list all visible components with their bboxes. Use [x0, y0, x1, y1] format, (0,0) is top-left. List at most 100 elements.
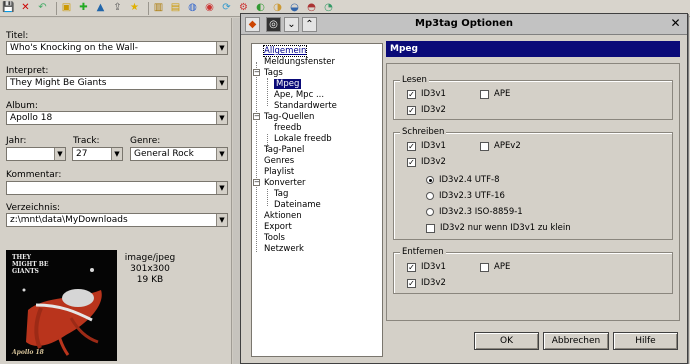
toolbar-separator	[56, 1, 57, 15]
remove-group-title: Entfernen	[400, 247, 446, 257]
write-id3v1-checkbox[interactable]: ✓ ID3v1	[407, 141, 446, 151]
tree-item-export[interactable]: Export	[264, 222, 292, 232]
radio-id3v23-iso[interactable]: ID3v2.3 ISO-8859-1	[426, 207, 523, 217]
tree-item-tag[interactable]: Tag	[274, 189, 288, 199]
tree-item-freedb[interactable]: freedb	[274, 123, 302, 133]
album-cover[interactable]: THEY MIGHT BE GIANTS Apollo 18	[6, 250, 117, 361]
tree-item-aktionen[interactable]: Aktionen	[264, 211, 302, 221]
cover-file-size: 19 KB	[136, 275, 164, 285]
tree-item-ape-mpc[interactable]: Ape, Mpc ...	[274, 90, 324, 100]
tree-item-netzwerk[interactable]: Netzwerk	[264, 244, 304, 254]
tree-item-tools[interactable]: Tools	[264, 233, 285, 243]
save-icon[interactable]: 💾	[2, 2, 15, 15]
chevron-down-icon[interactable]: ▼	[216, 182, 227, 194]
collapse-icon[interactable]: −	[253, 69, 260, 76]
close-icon[interactable]: ✕	[669, 17, 682, 30]
export-icon[interactable]: ⇪	[111, 2, 124, 15]
undo-icon[interactable]: ↶	[36, 2, 49, 15]
collapse-icon[interactable]: −	[253, 179, 260, 186]
comment-field[interactable]: ▼	[6, 181, 228, 195]
cover-album-title: Apollo 18	[12, 349, 44, 356]
help-button[interactable]: Hilfe	[613, 332, 678, 350]
chevron-down-icon[interactable]: ▼	[216, 214, 227, 226]
add-icon[interactable]: ✚	[77, 2, 90, 15]
remove-id3v1-checkbox[interactable]: ✓ ID3v1	[407, 262, 446, 272]
track-label: Track:	[73, 136, 100, 146]
genre-field[interactable]: General Rock ▼	[130, 147, 228, 161]
ok-button[interactable]: OK	[474, 332, 539, 350]
tree-item-dateiname[interactable]: Dateiname	[274, 200, 321, 210]
chevron-down-icon[interactable]: ▼	[216, 148, 227, 160]
write-group-title: Schreiben	[400, 127, 447, 137]
cancel-button[interactable]: Abbrechen	[543, 332, 609, 350]
title-value: Who's Knocking on the Wall-	[10, 43, 138, 53]
checkbox-checked-icon: ✓	[407, 278, 416, 288]
tree-item-playlist[interactable]: Playlist	[264, 167, 294, 177]
up-icon[interactable]: ▲	[94, 2, 107, 15]
comment-label: Kommentar:	[6, 170, 62, 180]
title-label: Titel:	[6, 31, 29, 41]
chevron-down-icon[interactable]: ▼	[216, 42, 227, 54]
web-icon[interactable]: ◍	[186, 2, 199, 15]
radio-id3v23-utf16-label: ID3v2.3 UTF-16	[439, 191, 505, 201]
cover-dimensions: 301x300	[130, 264, 170, 274]
folder-icon[interactable]: ▣	[60, 2, 73, 15]
track-field[interactable]: 27 ▼	[72, 147, 123, 161]
write-apev2-label: APEv2	[494, 141, 521, 151]
tree-guide	[267, 78, 268, 106]
read-group-title: Lesen	[400, 75, 429, 85]
tree-item-tags[interactable]: Tags	[264, 68, 283, 78]
remove-id3v1-label: ID3v1	[421, 262, 446, 272]
directory-field[interactable]: z:\mnt\data\MyDownloads ▼	[6, 213, 228, 227]
collapse-icon[interactable]: −	[253, 113, 260, 120]
chevron-down-icon[interactable]: ▼	[216, 112, 227, 124]
tree-item-standardwerte[interactable]: Standardwerte	[274, 101, 337, 111]
checkbox-unchecked-icon	[480, 141, 489, 151]
options-dialog: ◆ ◎ ⌄ ⌃ Mp3tag Optionen ✕ Allgemein Meld…	[240, 13, 688, 364]
read-ape-checkbox[interactable]: APE	[480, 89, 510, 99]
track-value: 27	[76, 149, 88, 159]
radio-unselected-icon	[426, 192, 434, 200]
tree-item-tag-panel[interactable]: Tag-Panel	[264, 145, 304, 155]
dialog-titlebar[interactable]: ◆ ◎ ⌄ ⌃ Mp3tag Optionen ✕	[241, 14, 687, 35]
write-id3v2-label: ID3v2	[421, 157, 446, 167]
write-apev2-checkbox[interactable]: APEv2	[480, 141, 521, 151]
tree-item-meldungsfenster[interactable]: Meldungsfenster	[264, 57, 335, 67]
checkbox-checked-icon: ✓	[407, 157, 416, 167]
remove-ape-checkbox[interactable]: APE	[480, 262, 510, 272]
radio-id3v24-utf8[interactable]: ID3v2.4 UTF-8	[426, 175, 500, 185]
id3v2-only-if-checkbox[interactable]: ID3v2 nur wenn ID3v1 zu klein	[426, 223, 571, 233]
case-icon[interactable]: ◉	[203, 2, 216, 15]
artist-field[interactable]: They Might Be Giants ▼	[6, 76, 228, 90]
tree-item-genres[interactable]: Genres	[264, 156, 294, 166]
read-id3v2-checkbox[interactable]: ✓ ID3v2	[407, 105, 446, 115]
title-field[interactable]: Who's Knocking on the Wall- ▼	[6, 41, 228, 55]
options-tree[interactable]: Allgemein Meldungsfenster − Tags Mpeg Ap…	[251, 43, 383, 357]
action-icon[interactable]: ⟳	[220, 2, 233, 15]
chevron-down-icon[interactable]: ▼	[111, 148, 122, 160]
tree-item-allgemein[interactable]: Allgemein	[262, 45, 308, 57]
tag-icon[interactable]: ▤	[169, 2, 182, 15]
tree-item-lokale-freedb[interactable]: Lokale freedb	[274, 134, 332, 144]
filter-icon[interactable]: ▥	[152, 2, 165, 15]
directory-value: z:\mnt\data\MyDownloads	[10, 215, 128, 225]
favorite-icon[interactable]: ★	[128, 2, 141, 15]
year-field[interactable]: ▼	[6, 147, 66, 161]
cover-text-line2: MIGHT BE	[12, 261, 49, 268]
read-id3v2-label: ID3v2	[421, 105, 446, 115]
read-id3v1-label: ID3v1	[421, 89, 446, 99]
write-id3v2-checkbox[interactable]: ✓ ID3v2	[407, 157, 446, 167]
chevron-down-icon[interactable]: ▼	[54, 148, 65, 160]
chevron-down-icon[interactable]: ▼	[216, 77, 227, 89]
tree-item-mpeg[interactable]: Mpeg	[274, 79, 302, 89]
radio-id3v23-utf16[interactable]: ID3v2.3 UTF-16	[426, 191, 505, 201]
tree-item-tag-quellen[interactable]: Tag-Quellen	[264, 112, 314, 122]
cover-text-line1: THEY	[12, 254, 31, 261]
delete-icon[interactable]: ✕	[19, 2, 32, 15]
checkbox-checked-icon: ✓	[407, 262, 416, 272]
album-field[interactable]: Apollo 18 ▼	[6, 111, 228, 125]
read-id3v1-checkbox[interactable]: ✓ ID3v1	[407, 89, 446, 99]
tree-item-konverter[interactable]: Konverter	[264, 178, 306, 188]
album-value: Apollo 18	[10, 113, 53, 123]
remove-id3v2-checkbox[interactable]: ✓ ID3v2	[407, 278, 446, 288]
